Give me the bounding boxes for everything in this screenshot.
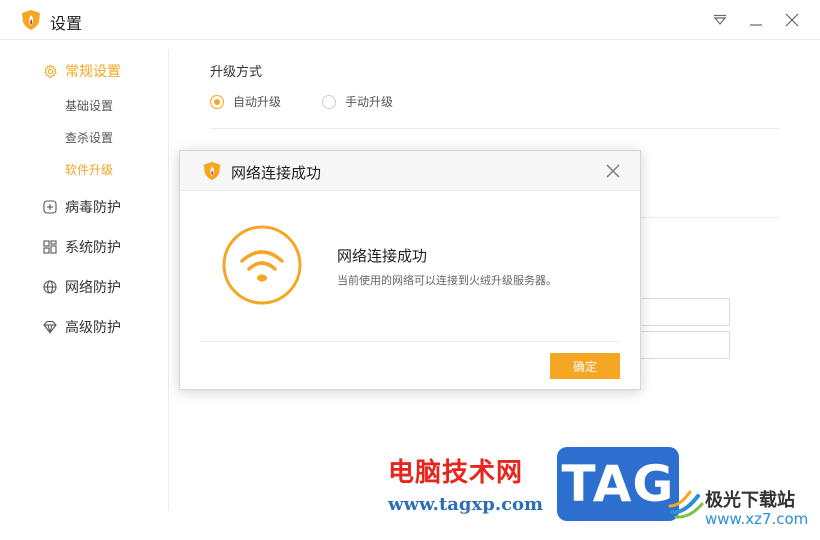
diamond-icon [42,319,58,335]
sidebar-item-label: 高级防护 [65,320,121,336]
radio-label: 自动升级 [233,95,282,109]
radio-auto-upgrade[interactable]: 自动升级 [210,93,281,110]
window-title: 设置 [50,14,83,33]
status-heading: 网络连接成功 [337,247,428,265]
radio-manual-upgrade[interactable]: 手动升级 [322,93,393,110]
sidebar-item-label: 常规设置 [65,64,121,80]
minimize-icon[interactable] [744,8,768,32]
radio-unchecked-icon[interactable] [322,94,336,109]
dialog-title: 网络连接成功 [231,164,322,182]
status-description: 当前使用的网络可以连接到火绒升级服务器。 [337,274,557,287]
upgrade-method-title: 升级方式 [210,65,263,80]
sidebar-divider [168,50,169,510]
radio-checked-icon[interactable] [210,94,224,109]
sidebar-item-label: 网络防护 [65,280,121,296]
sidebar-item-advanced[interactable]: 高级防护 [42,316,121,338]
radio-label: 手动升级 [345,95,394,109]
close-window-icon[interactable] [780,8,804,32]
watermark-site-url: www.tagxp.com [388,494,544,515]
sidebar-item-system[interactable]: 系统防护 [42,236,121,258]
sidebar-item-virus[interactable]: 病毒防护 [42,196,121,218]
close-icon[interactable] [604,162,622,180]
sidebar-item-label: 病毒防护 [65,200,121,216]
watermark-xz-url: www.xz7.com [705,510,809,528]
huorong-logo-icon [202,160,222,182]
sidebar-item-label: 系统防护 [65,240,121,256]
sidebar-item-general[interactable]: 常规设置 [42,60,121,82]
title-bar: 设置 [0,0,820,40]
gear-icon [42,63,58,79]
watermark-site-name: 电脑技术网 [388,458,524,488]
huorong-logo-icon [20,9,42,31]
plus-square-icon [42,199,58,215]
xz-logo-icon [668,484,706,522]
dialog-header: 网络连接成功 [180,151,640,191]
grid-icon [42,239,58,255]
confirm-button[interactable]: 确定 [550,353,620,379]
menu-dropdown-icon[interactable] [708,8,732,32]
proxy-port-input[interactable] [640,331,730,359]
wifi-icon [222,225,302,305]
sidebar-item-network[interactable]: 网络防护 [42,276,121,298]
proxy-input[interactable] [640,298,730,326]
watermark-xz-title: 极光下载站 [705,490,795,511]
divider [210,128,780,129]
watermark-tag-logo: TAG [557,447,679,521]
sidebar-subitem-scan[interactable]: 查杀设置 [65,129,113,147]
divider [200,341,620,342]
sidebar-subitem-basic[interactable]: 基础设置 [65,97,113,115]
network-success-dialog: 网络连接成功 网络连接成功 当前使用的网络可以连接到火绒升级服务器。 确定 [179,150,641,390]
sidebar-subitem-upgrade[interactable]: 软件升级 [65,161,113,179]
globe-icon [42,279,58,295]
